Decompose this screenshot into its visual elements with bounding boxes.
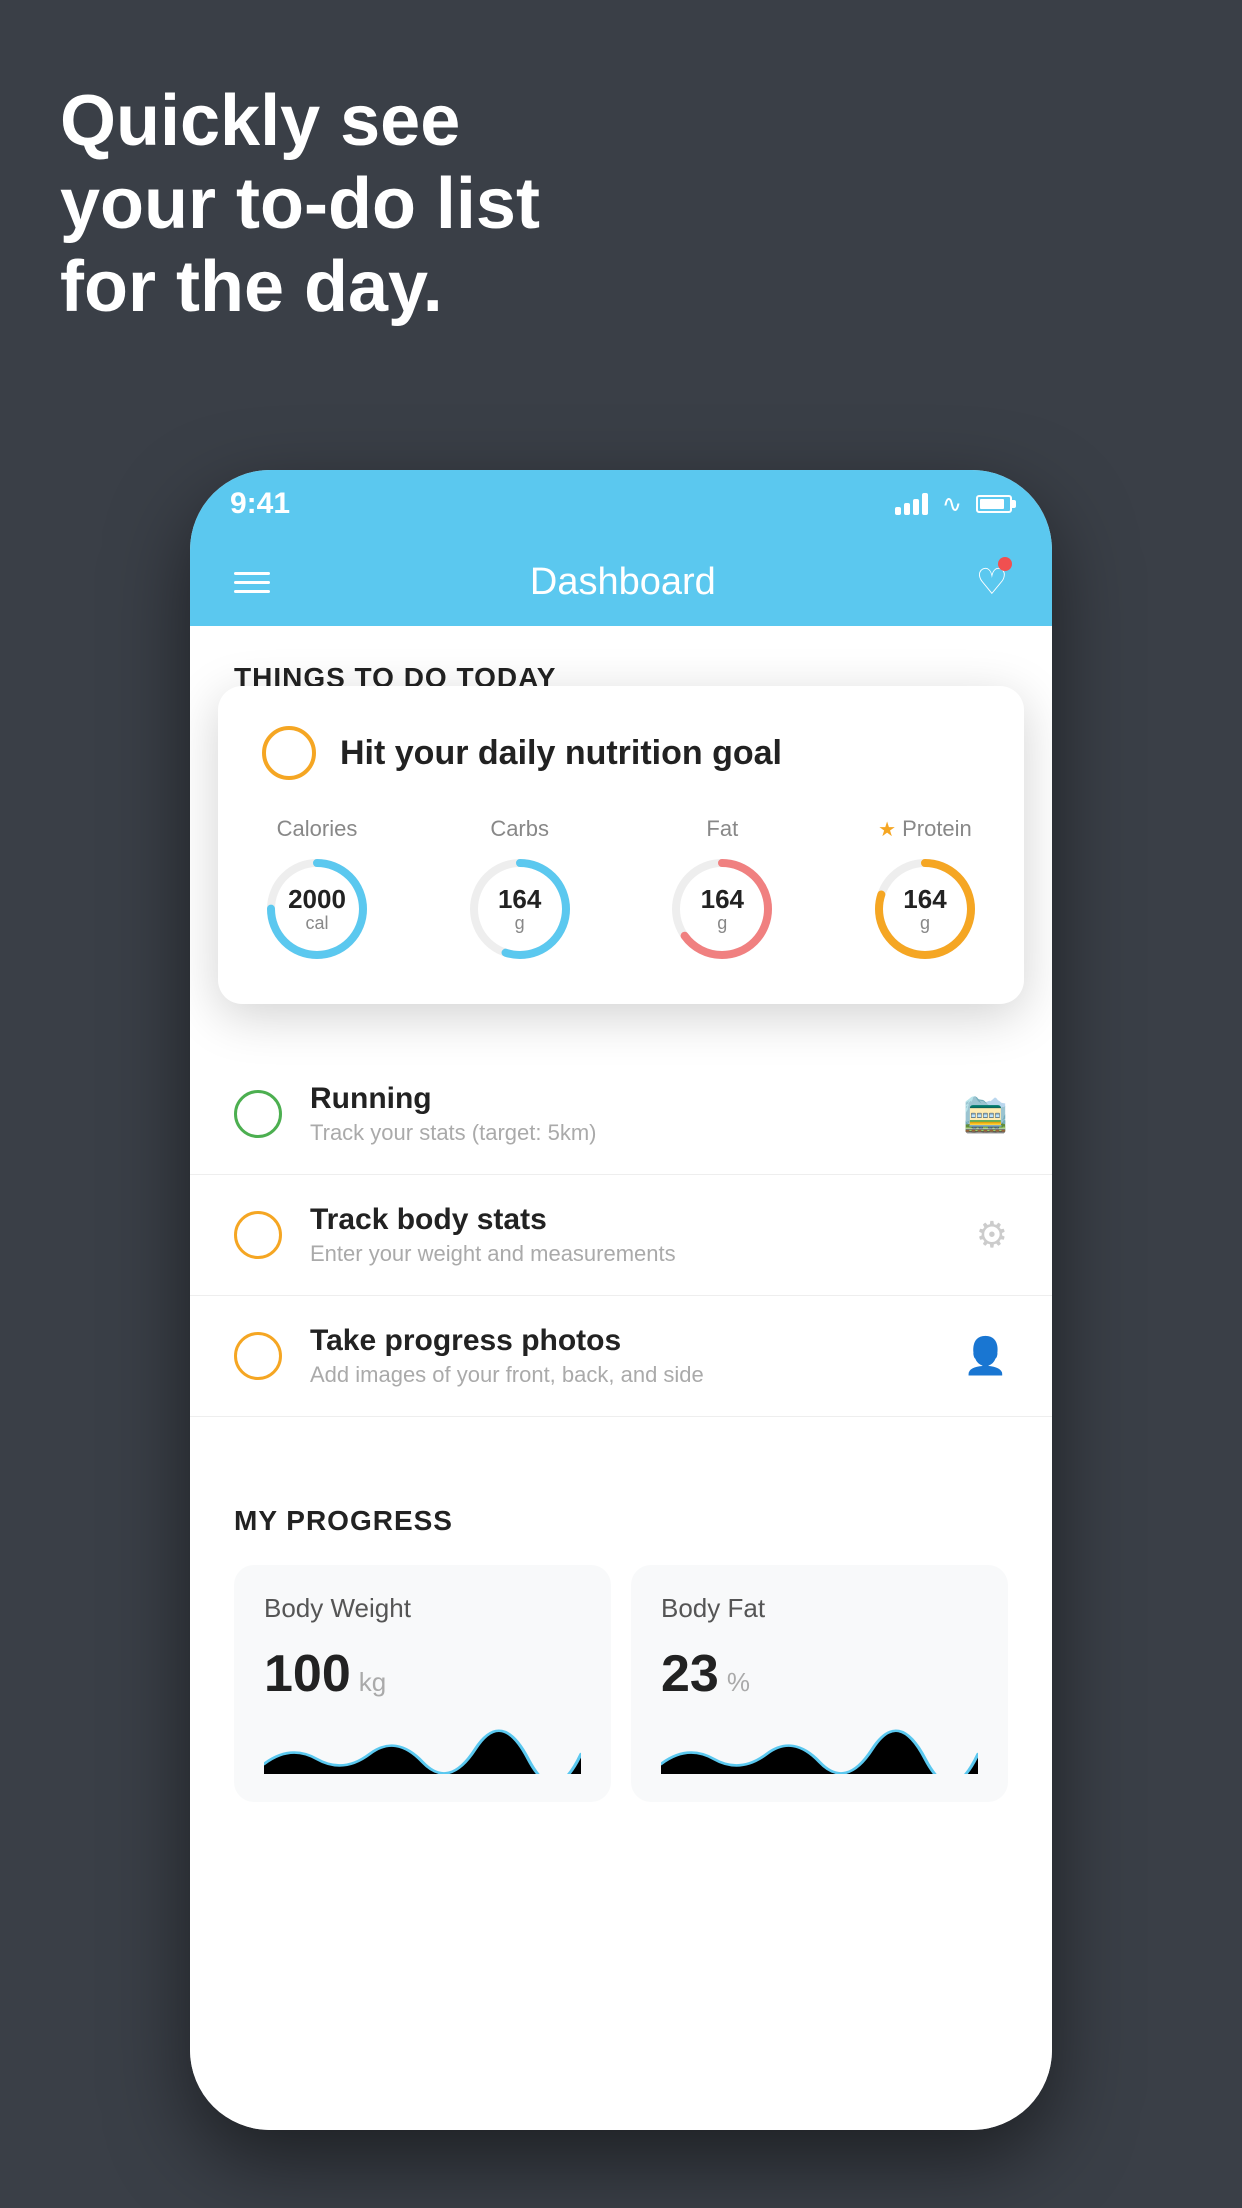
ring-unit: g bbox=[903, 913, 946, 933]
todo-item[interactable]: Take progress photos Add images of your … bbox=[190, 1296, 1052, 1417]
todo-check-circle[interactable] bbox=[234, 1211, 282, 1259]
todo-title: Track body stats bbox=[310, 1203, 948, 1237]
progress-card[interactable]: Body Fat 23 % bbox=[631, 1565, 1008, 1802]
nutrition-card-title: Hit your daily nutrition goal bbox=[340, 734, 782, 773]
todo-subtitle: Add images of your front, back, and side bbox=[310, 1362, 935, 1388]
nutrition-check-circle[interactable] bbox=[262, 726, 316, 780]
nutrition-row: Calories 2000 cal Carbs 164 bbox=[262, 816, 980, 964]
ring-number: 164 bbox=[701, 885, 744, 914]
todo-text: Take progress photos Add images of your … bbox=[310, 1324, 935, 1388]
progress-unit: kg bbox=[359, 1667, 386, 1698]
hero-line1: Quickly see bbox=[60, 80, 540, 163]
progress-card-title: Body Fat bbox=[661, 1593, 978, 1624]
ring-number: 164 bbox=[903, 885, 946, 914]
status-icons: ∿ bbox=[895, 490, 1012, 519]
ring-unit: g bbox=[701, 913, 744, 933]
phone-frame: 9:41 ∿ Dashboard ♡ THINGS TO DO TODAY bbox=[190, 470, 1052, 2130]
card-header: Hit your daily nutrition goal bbox=[262, 726, 980, 780]
hero-line3: for the day. bbox=[60, 246, 540, 329]
todo-text: Track body stats Enter your weight and m… bbox=[310, 1203, 948, 1267]
mini-chart bbox=[264, 1724, 581, 1774]
nutrition-label: Calories bbox=[277, 816, 358, 842]
hero-text: Quickly see your to-do list for the day. bbox=[60, 80, 540, 328]
todo-item[interactable]: Track body stats Enter your weight and m… bbox=[190, 1175, 1052, 1296]
progress-number: 23 bbox=[661, 1644, 719, 1704]
ring-number: 2000 bbox=[288, 885, 346, 914]
nutrition-ring: 2000 cal bbox=[262, 854, 372, 964]
ring-value: 164 g bbox=[498, 885, 541, 933]
todo-subtitle: Enter your weight and measurements bbox=[310, 1241, 948, 1267]
nutrition-item: Carbs 164 g bbox=[465, 816, 575, 964]
nutrition-label: Carbs bbox=[490, 816, 549, 842]
notification-badge bbox=[998, 557, 1012, 571]
progress-value: 23 % bbox=[661, 1644, 978, 1704]
nutrition-label: Fat bbox=[706, 816, 738, 842]
todo-text: Running Track your stats (target: 5km) bbox=[310, 1082, 935, 1146]
progress-section-label: MY PROGRESS bbox=[234, 1505, 1008, 1537]
todo-list: Running Track your stats (target: 5km) 🚞… bbox=[190, 1054, 1052, 1417]
app-header: Dashboard ♡ bbox=[190, 538, 1052, 626]
app-content: THINGS TO DO TODAY Hit your daily nutrit… bbox=[190, 626, 1052, 2130]
todo-check-circle[interactable] bbox=[234, 1090, 282, 1138]
progress-value: 100 kg bbox=[264, 1644, 581, 1704]
wifi-icon: ∿ bbox=[942, 490, 962, 519]
ring-unit: cal bbox=[288, 913, 346, 933]
star-icon: ★ bbox=[878, 817, 896, 842]
todo-check-circle[interactable] bbox=[234, 1332, 282, 1380]
todo-icon: ⚙ bbox=[976, 1214, 1008, 1256]
todo-item[interactable]: Running Track your stats (target: 5km) 🚞 bbox=[190, 1054, 1052, 1175]
todo-icon: 🚞 bbox=[963, 1093, 1008, 1135]
progress-card-title: Body Weight bbox=[264, 1593, 581, 1624]
ring-value: 2000 cal bbox=[288, 885, 346, 933]
battery-icon bbox=[976, 495, 1012, 513]
todo-title: Take progress photos bbox=[310, 1324, 935, 1358]
todo-icon: 👤 bbox=[963, 1335, 1008, 1377]
progress-card[interactable]: Body Weight 100 kg bbox=[234, 1565, 611, 1802]
signal-icon bbox=[895, 493, 928, 515]
menu-icon[interactable] bbox=[234, 572, 270, 593]
nutrition-item: Fat 164 g bbox=[667, 816, 777, 964]
nutrition-label: ★ Protein bbox=[878, 816, 972, 842]
nutrition-ring: 164 g bbox=[870, 854, 980, 964]
nutrition-ring: 164 g bbox=[465, 854, 575, 964]
status-bar: 9:41 ∿ bbox=[190, 470, 1052, 538]
status-time: 9:41 bbox=[230, 487, 290, 521]
ring-number: 164 bbox=[498, 885, 541, 914]
ring-value: 164 g bbox=[903, 885, 946, 933]
notification-icon[interactable]: ♡ bbox=[976, 561, 1008, 603]
hero-line2: your to-do list bbox=[60, 163, 540, 246]
ring-unit: g bbox=[498, 913, 541, 933]
progress-number: 100 bbox=[264, 1644, 351, 1704]
nutrition-ring: 164 g bbox=[667, 854, 777, 964]
nutrition-item: ★ Protein 164 g bbox=[870, 816, 980, 964]
mini-chart bbox=[661, 1724, 978, 1774]
progress-unit: % bbox=[727, 1667, 750, 1698]
nutrition-item: Calories 2000 cal bbox=[262, 816, 372, 964]
progress-cards: Body Weight 100 kg Body Fat bbox=[234, 1565, 1008, 1802]
nutrition-card: Hit your daily nutrition goal Calories 2… bbox=[218, 686, 1024, 1004]
todo-title: Running bbox=[310, 1082, 935, 1116]
header-title: Dashboard bbox=[530, 561, 716, 604]
progress-section: MY PROGRESS Body Weight 100 kg bbox=[190, 1457, 1052, 1802]
todo-subtitle: Track your stats (target: 5km) bbox=[310, 1120, 935, 1146]
ring-value: 164 g bbox=[701, 885, 744, 933]
